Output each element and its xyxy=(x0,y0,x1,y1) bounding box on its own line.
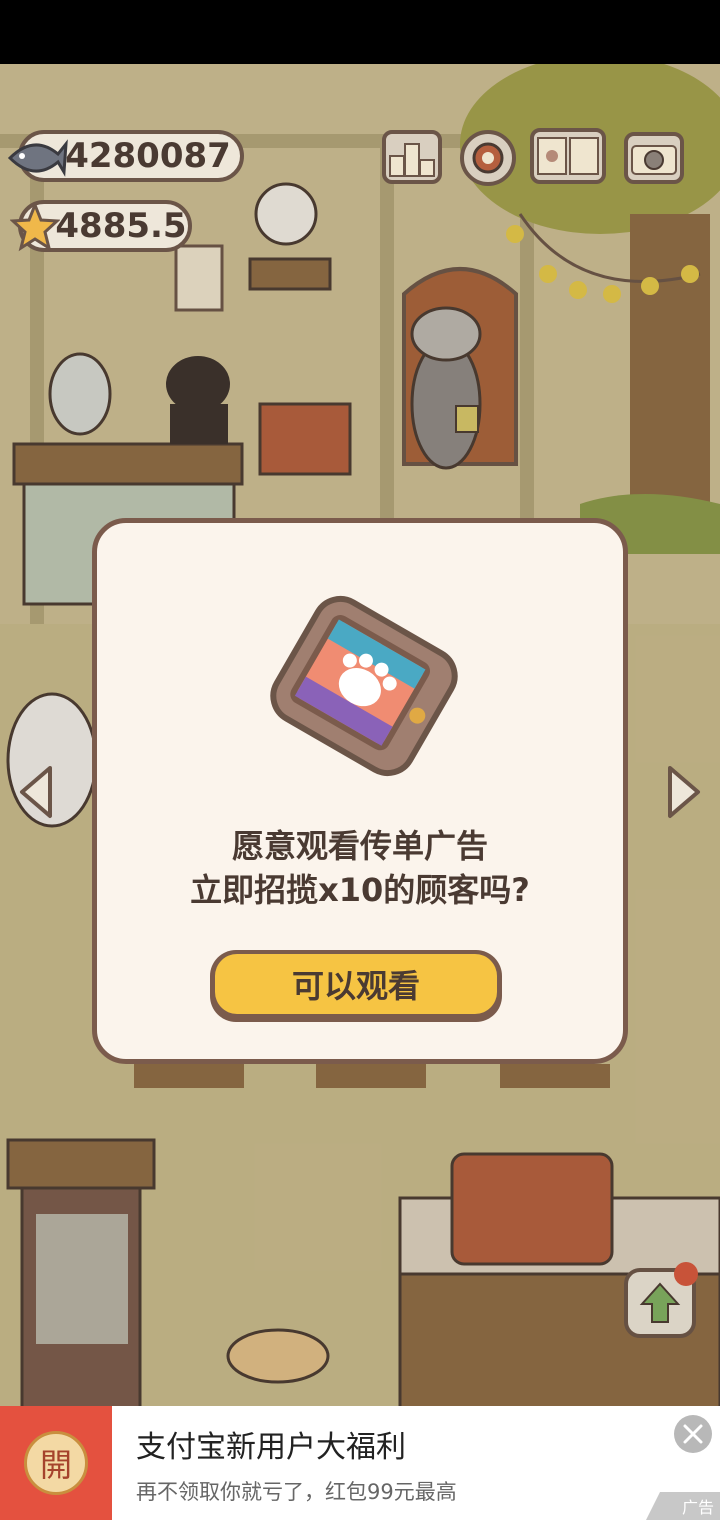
camera-button[interactable] xyxy=(624,132,684,184)
settings-icon xyxy=(472,142,504,174)
watch-ad-button[interactable]: 可以观看 xyxy=(210,950,502,1022)
ranking-button[interactable] xyxy=(382,130,442,184)
flyer-tablet-icon xyxy=(270,595,458,777)
camera-icon xyxy=(631,145,677,175)
ad-badge-panel: 開 xyxy=(0,1406,112,1520)
watch-ad-button-label: 可以观看 xyxy=(215,954,497,1014)
dialog-line-2: 立即招揽x10的顾客吗? xyxy=(190,871,530,909)
ad-banner[interactable]: 開 支付宝新用户大福利 再不领取你就亏了，红包99元最高 xyxy=(0,1406,720,1520)
ad-title: 支付宝新用户大福利 xyxy=(136,1430,406,1465)
ad-tag-label: 广告 xyxy=(681,1498,714,1517)
arrow-right-icon[interactable] xyxy=(666,764,704,820)
cat-book-icon xyxy=(537,137,599,175)
star-count: 4885.5 xyxy=(55,206,187,246)
cat-book-button[interactable] xyxy=(530,128,606,184)
ad-seal-icon: 開 xyxy=(24,1431,88,1495)
status-bar xyxy=(0,0,720,64)
close-icon xyxy=(683,1424,703,1444)
ad-subtitle: 再不领取你就亏了，红包99元最高 xyxy=(136,1480,457,1504)
fish-count: 4280087 xyxy=(65,136,231,176)
dialog-line-1: 愿意观看传单广告 xyxy=(231,827,488,865)
arrow-left-icon[interactable] xyxy=(16,764,54,820)
settings-button[interactable] xyxy=(460,130,516,186)
ranking-icon xyxy=(389,143,435,177)
ad-close-button[interactable] xyxy=(674,1415,712,1453)
fish-icon xyxy=(7,139,68,177)
star-icon xyxy=(10,202,60,252)
